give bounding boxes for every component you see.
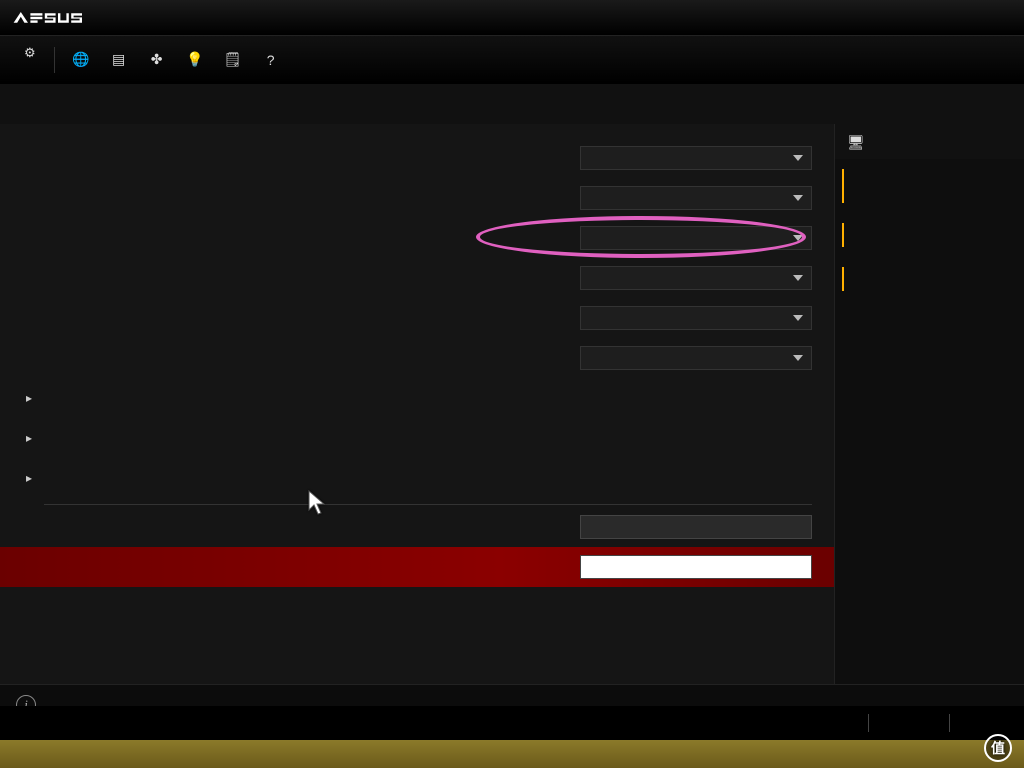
chevron-down-icon — [793, 275, 803, 281]
setting-core-current-limit[interactable] — [0, 507, 834, 547]
setting-graphics-current-limit[interactable] — [0, 547, 834, 587]
hardware-monitor-panel: 🖥 — [834, 124, 1024, 684]
eztuning-button[interactable]: 💡 — [187, 52, 207, 68]
setting-bclk-ratio[interactable] — [0, 138, 834, 178]
dropdown-svid[interactable] — [580, 346, 812, 370]
setting-dram-frequency[interactable] — [0, 218, 834, 258]
setting-tpu[interactable] — [0, 258, 834, 298]
setting-cpu-svid[interactable] — [0, 338, 834, 378]
setting-dram-odd-ratio[interactable] — [0, 178, 834, 218]
settings-panel — [0, 124, 834, 684]
chevron-down-icon — [793, 355, 803, 361]
note-icon: 🗒 — [225, 52, 241, 68]
globe-icon: 🌐 — [73, 52, 89, 68]
submenu-cpu-power[interactable] — [0, 458, 834, 498]
input-core-limit[interactable] — [580, 515, 812, 539]
divider — [44, 504, 812, 505]
datetime: ⚙ — [14, 59, 36, 61]
hotkeys-button[interactable]: ? — [263, 52, 283, 68]
qfan-button[interactable]: ✤ — [149, 52, 169, 68]
footer-actions — [0, 706, 1024, 740]
menu-bar — [0, 84, 1024, 124]
toolbar: ⚙ 🌐 ▤ ✤ 💡 🗒 ? — [0, 36, 1024, 84]
dropdown-bclk-ratio[interactable] — [580, 146, 812, 170]
copyright-bar — [0, 740, 1024, 768]
dropdown-dram-frequency[interactable] — [580, 226, 812, 250]
quicknote-button[interactable]: 🗒 — [225, 52, 245, 68]
clock-settings-icon[interactable]: ⚙ — [24, 45, 36, 61]
fan-icon: ✤ — [149, 52, 165, 68]
title-bar — [0, 0, 1024, 36]
hw-section-cpu — [835, 159, 1024, 213]
favorite-icon: ▤ — [111, 52, 127, 68]
language-selector[interactable]: 🌐 — [73, 52, 93, 68]
hw-section-memory — [835, 213, 1024, 257]
bulb-icon: 💡 — [187, 52, 203, 68]
chevron-down-icon — [793, 315, 803, 321]
input-graphics-limit[interactable] — [580, 555, 812, 579]
setting-epu[interactable] — [0, 298, 834, 338]
dropdown-dram-odd[interactable] — [580, 186, 812, 210]
submenu-dram-timing[interactable] — [0, 378, 834, 418]
dropdown-epu[interactable] — [580, 306, 812, 330]
chevron-down-icon — [793, 155, 803, 161]
help-icon: ? — [263, 52, 279, 68]
monitor-icon: 🖥 — [847, 134, 865, 151]
hw-section-voltage — [835, 257, 1024, 301]
chevron-down-icon — [793, 195, 803, 201]
myfavorite-button[interactable]: ▤ — [111, 52, 131, 68]
asus-logo — [10, 9, 82, 27]
dropdown-tpu[interactable] — [580, 266, 812, 290]
chevron-down-icon — [793, 235, 803, 241]
submenu-digi-power[interactable] — [0, 418, 834, 458]
